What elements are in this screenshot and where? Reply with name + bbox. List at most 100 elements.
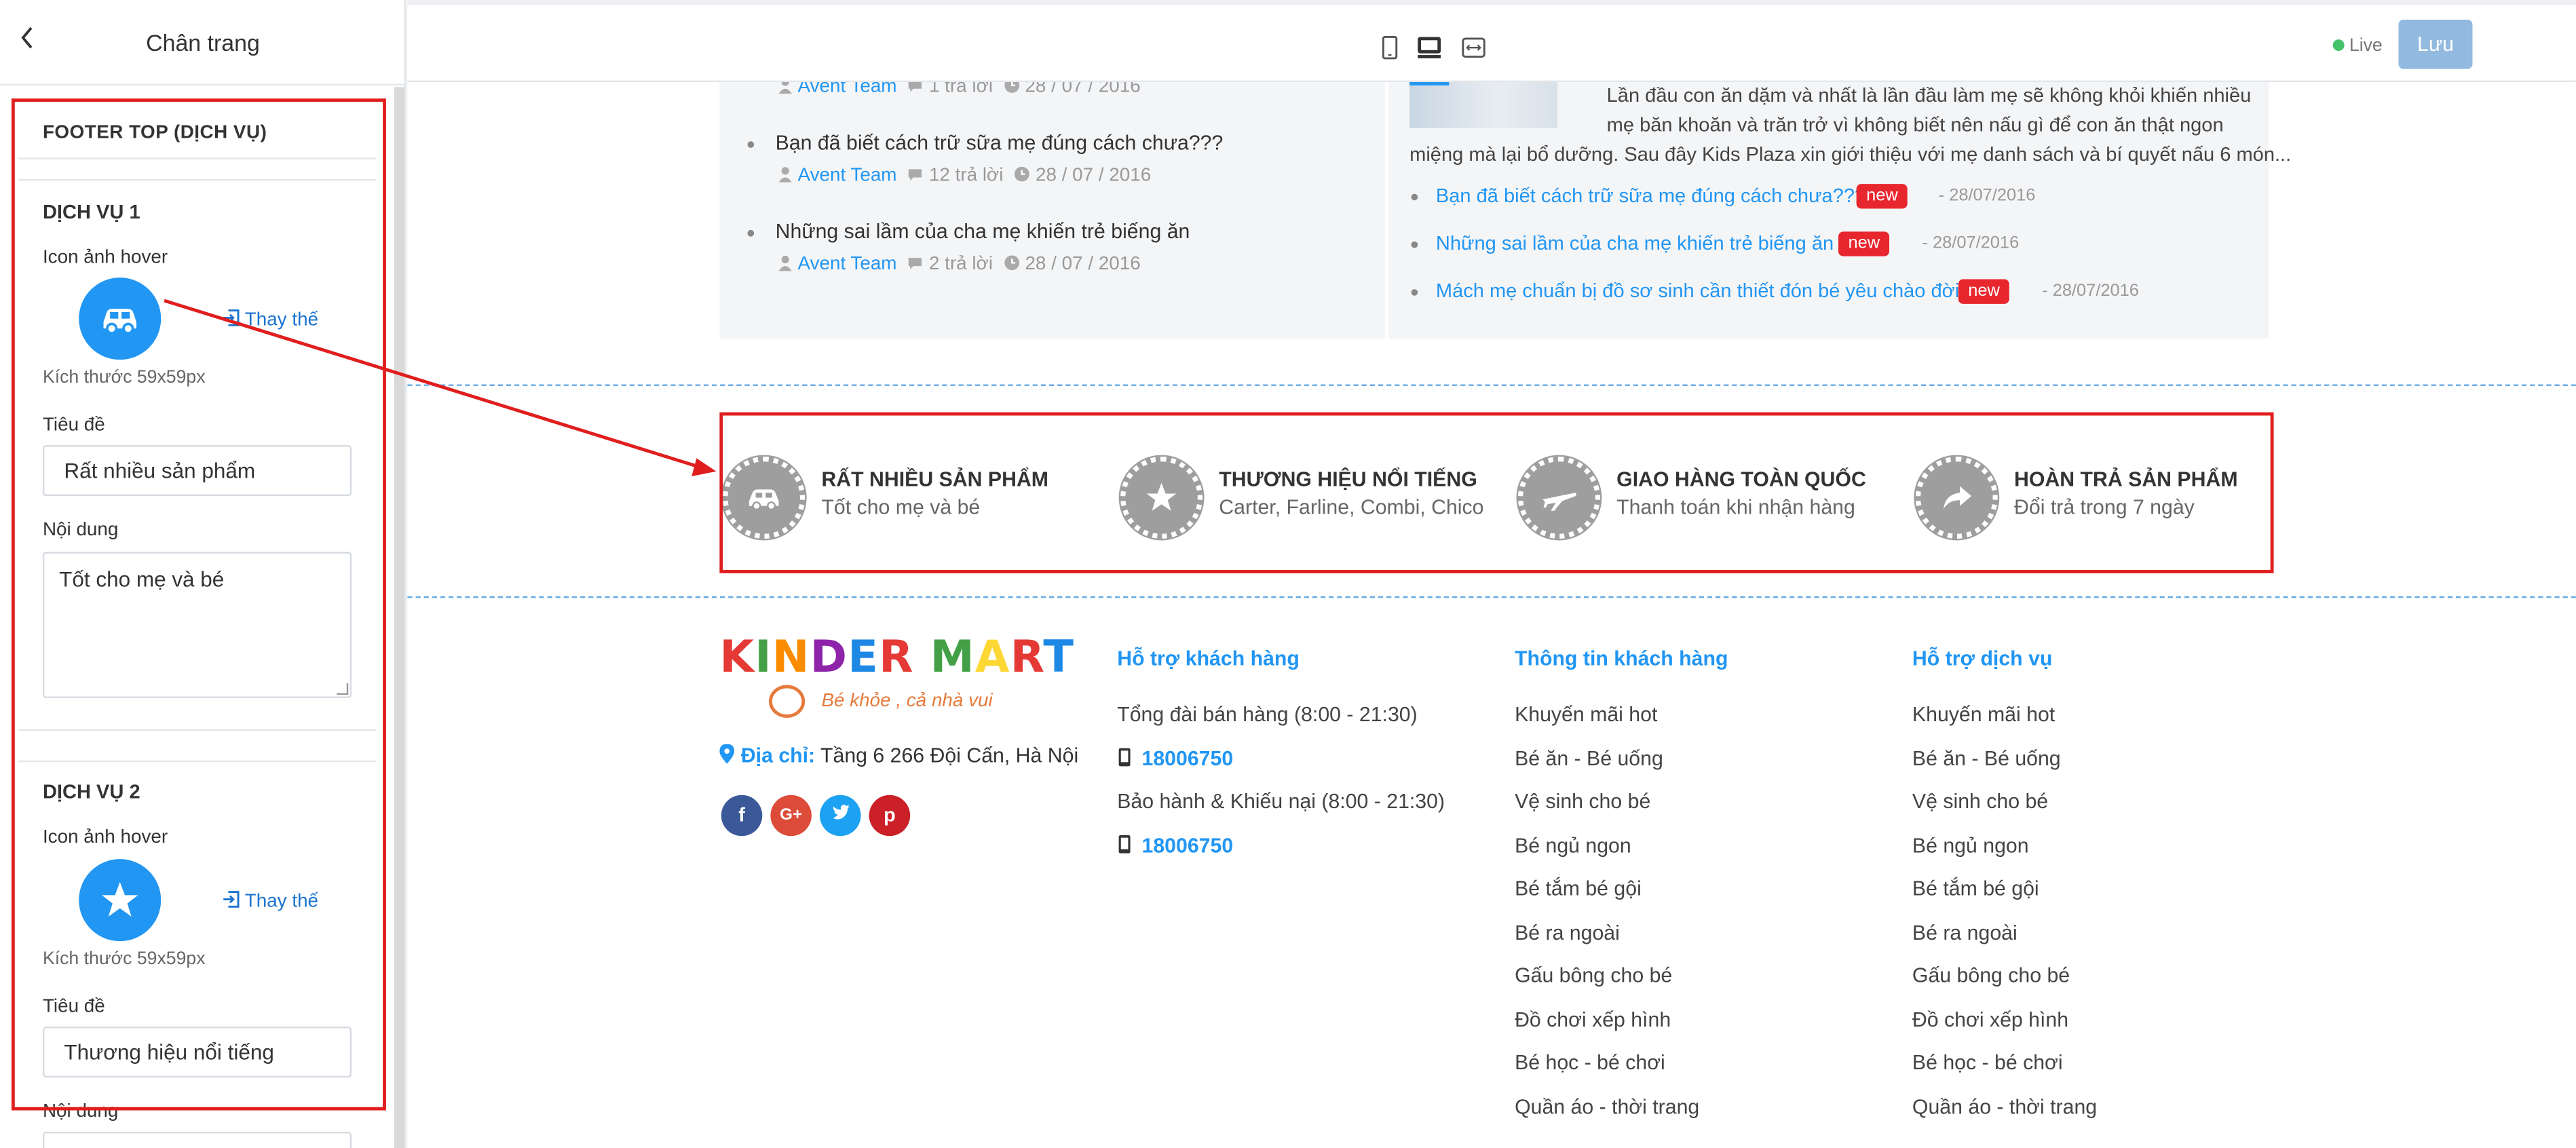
post-author[interactable]: Avent Team [797, 166, 896, 186]
footer-link[interactable]: Bé học - bé chơi [1912, 1051, 2063, 1074]
post-title[interactable]: Bạn đã biết cách trữ sữa mẹ đúng cách ch… [776, 132, 1224, 155]
footer-link[interactable]: Gấu bông cho bé [1515, 964, 1672, 987]
service-support-heading: Hỗ trợ dịch vụ [1912, 647, 2053, 670]
phone-icon [1118, 835, 1131, 854]
facebook-icon[interactable]: f [721, 795, 763, 837]
baby-face-icon [768, 685, 806, 718]
support-heading: Hỗ trợ khách hàng [1117, 647, 1300, 670]
service-content-textarea[interactable] [42, 1132, 352, 1148]
post-meta: Avent Team 1 trả lời 28 / 07 / 2016 [777, 82, 1141, 97]
new-badge: new [1856, 184, 1908, 209]
news-link[interactable]: Những sai lầm của cha mẹ khiến trẻ biếng… [1436, 231, 1834, 254]
footer-link[interactable]: Bé ra ngoài [1515, 921, 1620, 944]
user-icon [778, 82, 792, 94]
twitter-icon[interactable] [820, 795, 861, 837]
list-bullet [747, 141, 755, 148]
app-root: Chân trang FOOTER TOP (DỊCH VỤ) DỊCH VỤ … [0, 0, 2576, 1148]
comment-icon [909, 258, 922, 270]
post-meta: Avent Team 2 trả lời 28 / 07 / 2016 [777, 254, 1141, 274]
warranty-hotline-label: Bảo hành & Khiếu nại (8:00 - 21:30) [1117, 790, 1445, 814]
article-excerpt-line: miệng mà lại bổ dưỡng. Sau đây Kids Plaz… [1409, 142, 2292, 166]
list-bullet [1411, 193, 1418, 201]
new-badge: new [1958, 279, 2010, 304]
post-comments: 1 trả lời [928, 82, 993, 97]
footer-link[interactable]: Vệ sinh cho bé [1515, 790, 1650, 813]
post-comments: 12 trả lời [928, 166, 1004, 186]
blog-section: Avent Team 1 trả lời 28 / 07 / 2016 Bạn … [719, 82, 2291, 339]
warranty-phone-number: 18006750 [1141, 834, 1234, 858]
sales-phone-number: 18006750 [1141, 747, 1234, 771]
section-divider-top [407, 384, 2576, 386]
clock-icon [1004, 82, 1019, 93]
footer-link[interactable]: Bé ngủ ngon [1515, 835, 1631, 858]
list-bullet [1411, 289, 1418, 296]
customer-info-heading: Thông tin khách hàng [1515, 647, 1728, 670]
phone-icon [1118, 748, 1131, 767]
list-bullet [1411, 241, 1418, 248]
news-link[interactable]: Mách mẹ chuẩn bị đồ sơ sinh cần thiết đó… [1436, 280, 1959, 303]
news-date: - 28/07/2016 [1922, 233, 2020, 253]
sidebar-scrollbar[interactable] [394, 87, 404, 1148]
store-address: Địa chỉ: Tầng 6 266 Đội Cấn, Hà Nội [719, 744, 1078, 767]
footer-link[interactable]: Bé ăn - Bé uống [1912, 748, 2061, 771]
footer-link[interactable]: Bé tắm bé gội [1912, 877, 2039, 900]
desktop-icon[interactable] [1416, 35, 1443, 61]
warranty-phone[interactable]: 18006750 [1117, 835, 1233, 858]
news-date: - 28/07/2016 [2042, 280, 2139, 301]
clock-icon [1015, 166, 1029, 182]
preview-canvas: Avent Team 1 trả lời 28 / 07 / 2016 Bạn … [407, 82, 2576, 1148]
post-meta: Avent Team 12 trả lời 28 / 07 / 2016 [777, 166, 1151, 186]
footer-link[interactable]: Đồ chơi xếp hình [1515, 1008, 1671, 1031]
logo-text: KINDER MART [719, 632, 1075, 684]
top-toolbar: Live Lưu [407, 0, 2576, 83]
mobile-icon[interactable] [1377, 35, 1403, 61]
save-button[interactable]: Lưu [2398, 20, 2473, 69]
footer-link[interactable]: Quần áo - thời trang [1515, 1096, 1699, 1119]
footer-link[interactable]: Quần áo - thời trang [1912, 1096, 2097, 1119]
footer-link[interactable]: Bé ngủ ngon [1912, 835, 2029, 858]
news-link[interactable]: Bạn đã biết cách trữ sữa mẹ đúng cách ch… [1436, 184, 1865, 207]
kindermart-logo[interactable]: KINDER MART Bé khỏe , cả nhà vui [719, 632, 1074, 718]
comment-icon [909, 82, 922, 92]
new-badge: new [1838, 231, 1890, 256]
footer-link[interactable]: Bé ăn - Bé uống [1515, 748, 1663, 771]
footer-link[interactable]: Bé học - bé chơi [1515, 1051, 1665, 1074]
post-author[interactable]: Avent Team [797, 82, 896, 97]
highlight-box-sidebar [11, 98, 386, 1111]
user-icon [778, 167, 792, 183]
clock-icon [1004, 255, 1019, 271]
post-comments: 2 trả lời [928, 254, 993, 275]
article-excerpt-line: Lần đầu con ăn dặm và nhất là lần đầu là… [1606, 83, 2252, 107]
post-date: 28 / 07 / 2016 [1035, 166, 1152, 186]
footer-link[interactable]: Đồ chơi xếp hình [1912, 1008, 2068, 1031]
footer-link[interactable]: Vệ sinh cho bé [1912, 790, 2048, 813]
post-title[interactable]: Những sai lầm của cha mẹ khiến trẻ biếng… [776, 220, 1190, 243]
comment-icon [909, 169, 922, 181]
google-plus-icon[interactable]: G+ [770, 795, 812, 837]
footer-link[interactable]: Bé ra ngoài [1912, 921, 2018, 944]
map-pin-icon [719, 744, 735, 764]
sales-hotline-label: Tổng đài bán hàng (8:00 - 21:30) [1117, 703, 1418, 727]
highlight-box-services [719, 412, 2274, 573]
article-excerpt-line: mẹ băn khoăn và trăn trở vì không biết n… [1606, 113, 2224, 136]
address-value: Tầng 6 266 Đội Cấn, Hà Nội [820, 744, 1079, 767]
post-author[interactable]: Avent Team [797, 254, 896, 274]
live-status-dot [2332, 39, 2345, 52]
live-label: Live [2349, 36, 2383, 56]
article-thumbnail[interactable] [1409, 82, 1558, 128]
footer-link[interactable]: Bé tắm bé gội [1515, 877, 1642, 900]
footer-link[interactable]: Khuyến mãi hot [1912, 703, 2055, 726]
footer-link[interactable]: Gấu bông cho bé [1912, 964, 2070, 987]
thumbnail-indicator [1409, 82, 1450, 85]
sidebar-title: Chân trang [146, 29, 260, 56]
post-date: 28 / 07 / 2016 [1025, 254, 1141, 275]
pinterest-icon[interactable]: p [869, 795, 911, 837]
post-date: 28 / 07 / 2016 [1025, 82, 1141, 97]
list-bullet [747, 229, 755, 237]
fullwidth-icon[interactable] [1460, 35, 1487, 61]
sales-phone[interactable]: 18006750 [1117, 747, 1234, 771]
sidebar-header: Chân trang [0, 0, 404, 85]
news-date: - 28/07/2016 [1938, 185, 2036, 206]
user-icon [778, 255, 792, 271]
footer-link[interactable]: Khuyến mãi hot [1515, 703, 1657, 726]
